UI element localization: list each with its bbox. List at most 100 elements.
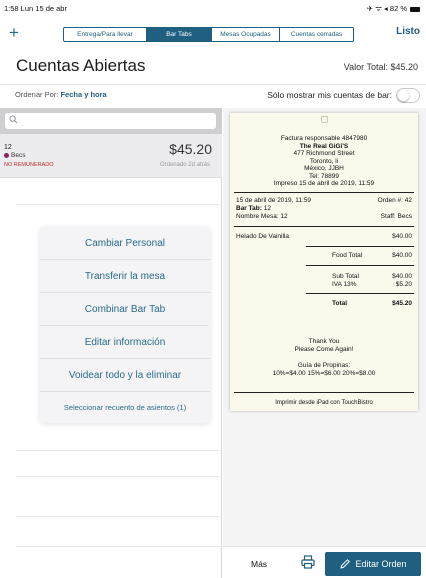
receipt-address: 477 Richmond Street: [293, 150, 355, 157]
receipt-bar-tab-value: 12: [263, 205, 271, 212]
total-value: Valor Total: $45.20: [343, 62, 418, 72]
tab-occupied-tables[interactable]: Mesas Ocupadas: [212, 28, 280, 41]
receipt-divider: [234, 192, 414, 193]
receipt-tax-row: IVA 13% $5.20: [332, 281, 412, 289]
receipt: Factura responsable 4847980 The Real GiG…: [230, 113, 418, 411]
receipt-region: México, JJBH: [304, 165, 344, 172]
tab-delivery[interactable]: Entrega/Para llevar: [64, 28, 147, 41]
sort-bar: Ordenar Por: Fecha y hora Sólo mostrar m…: [0, 84, 426, 106]
more-button[interactable]: Más: [251, 559, 267, 569]
menu-select-seat-count[interactable]: Seleccionar recuento de asientos (1): [40, 392, 210, 423]
nav-bar: + Entrega/Para llevar Bar Tabs Mesas Ocu…: [0, 22, 426, 48]
receipt-printed: Impreso 15 de abril de 2019, 11:59: [273, 180, 375, 187]
receipt-thanks-line: Please Come Again!: [294, 345, 354, 353]
list-divider: [16, 546, 222, 547]
page-title: Cuentas Abiertas: [16, 56, 146, 75]
receipt-invoice: Factura responsable 4847980: [280, 135, 368, 142]
sort-value[interactable]: Fecha y hora: [60, 90, 106, 99]
subtotal-value: $40.00: [392, 273, 412, 280]
account-staff: Becs: [4, 152, 25, 159]
status-icons: ✈ ᯤ ◂ 82 %: [366, 4, 407, 13]
menu-transfer-table[interactable]: Transferir la mesa: [40, 260, 210, 293]
receipt-date: 15 de abril de 2019, 11:59: [236, 197, 312, 204]
receipt-header: Factura responsable 4847980 The Real GiG…: [230, 135, 418, 188]
tab-bar-tabs[interactable]: Bar Tabs: [147, 28, 212, 41]
menu-change-staff[interactable]: Cambiar Personal: [40, 227, 210, 260]
receipt-divider: [234, 226, 414, 227]
tax-value: $5.20: [395, 281, 412, 288]
receipt-pane: Factura responsable 4847980 The Real GiG…: [223, 108, 426, 546]
tax-label: IVA 13%: [332, 281, 357, 288]
tip-guide-values: 10%=$4.00 15%=$6.00 20%=$8.00: [272, 369, 376, 377]
receipt-tip-guide: Guía de Propinas: 10%=$4.00 15%=$6.00 20…: [230, 362, 418, 377]
list-divider: [16, 476, 222, 477]
receipt-item-price: $40.00: [392, 233, 412, 240]
bottom-toolbar: Más Editar Orden: [223, 546, 426, 578]
only-mine-label: Sólo mostrar mis cuentas de bar:: [267, 90, 392, 100]
receipt-bar-tab-label: Bar Tab:: [236, 205, 262, 212]
edit-order-button[interactable]: Editar Orden: [325, 552, 421, 576]
receipt-table-row: Nombre Mesa: 12 Staff: Becs: [236, 213, 412, 221]
edit-order-label: Editar Orden: [355, 559, 407, 569]
menu-edit-info[interactable]: Editar información: [40, 326, 210, 359]
printer-icon[interactable]: [301, 555, 315, 569]
tip-guide-title: Guía de Propinas:: [297, 362, 351, 369]
staff-color-dot: [4, 153, 9, 158]
receipt-phone: Tel: 78899: [309, 172, 339, 180]
account-context-menu: Cambiar Personal Transferir la mesa Comb…: [40, 227, 210, 423]
subtotal-label: Sub Total: [332, 273, 359, 280]
receipt-thanks-line: Thank You: [308, 338, 340, 345]
done-button[interactable]: Listo: [396, 26, 420, 37]
search-input[interactable]: [5, 113, 216, 129]
receipt-item-name: Helado De Vainilla: [236, 233, 289, 240]
receipt-total-row: Total $45.20: [332, 300, 412, 308]
add-icon[interactable]: +: [9, 22, 19, 44]
status-indicators: ✈ ᯤ ◂ 82 %: [367, 4, 420, 14]
receipt-business-name: The Real GiGi'S: [299, 142, 349, 150]
tab-segment-control: Entrega/Para llevar Bar Tabs Mesas Ocupa…: [63, 27, 354, 42]
receipt-subtotal-row: Sub Total $40.00: [332, 273, 412, 281]
food-total-value: $40.00: [392, 252, 412, 259]
menu-void-all-delete[interactable]: Voidear todo y la eliminar: [40, 359, 210, 392]
receipt-thanks: Thank You Please Come Again!: [230, 338, 418, 353]
food-total-label: Food Total: [332, 252, 363, 259]
list-divider: [16, 450, 222, 451]
receipt-divider: [306, 246, 414, 247]
list-divider: [16, 516, 222, 517]
sort-label: Ordenar Por:: [15, 90, 59, 99]
menu-combine-bar-tab[interactable]: Combinar Bar Tab: [40, 293, 210, 326]
status-time: 1:58 Lun 15 de abr: [4, 4, 67, 13]
page-header: Cuentas Abiertas Valor Total: $45.20: [0, 52, 426, 80]
total-label: Total: [332, 300, 348, 307]
tab-closed-accounts[interactable]: Cuentas cerradas: [280, 28, 353, 41]
receipt-bar-tab-row: Bar Tab: 12: [236, 205, 412, 213]
account-row[interactable]: 12 Becs NO REMUNERADO $45.20 Ordenado 2d…: [0, 134, 222, 178]
total-value: $45.20: [392, 300, 412, 307]
receipt-punch-hole: [321, 116, 328, 123]
receipt-divider: [306, 265, 414, 266]
account-amount: $45.20: [169, 141, 212, 157]
receipt-order-number: Orden #: 42: [377, 197, 412, 204]
receipt-item: Helado De Vainilla $40.00: [236, 233, 412, 241]
account-status: NO REMUNERADO: [4, 162, 54, 168]
receipt-divider: [234, 392, 414, 393]
only-mine-toggle[interactable]: [396, 88, 420, 103]
status-bar: 1:58 Lun 15 de abr ✈ ᯤ ◂ 82 %: [0, 0, 426, 16]
sort-control[interactable]: Ordenar Por: Fecha y hora: [15, 90, 107, 99]
receipt-food-total-row: Food Total $40.00: [332, 252, 412, 260]
account-ordered-time: Ordenado 2d atrás: [159, 162, 210, 168]
staff-name: Becs: [11, 152, 26, 159]
receipt-city: Toronto, li: [309, 157, 339, 165]
list-divider: [16, 204, 222, 205]
menu-pointer: [208, 319, 214, 331]
pencil-icon: [340, 559, 351, 569]
battery-icon: [410, 6, 420, 12]
receipt-staff: Staff: Becs: [380, 213, 412, 220]
receipt-printed-from: Imprimir desde iPad con TouchBistro: [275, 400, 373, 406]
account-number: 12: [4, 144, 12, 151]
receipt-divider: [306, 293, 414, 294]
search-bar: [0, 108, 222, 134]
receipt-date-row: 15 de abril de 2019, 11:59 Orden #: 42: [236, 197, 412, 205]
search-icon: [9, 115, 18, 124]
receipt-table-name: Nombre Mesa: 12: [236, 213, 288, 220]
